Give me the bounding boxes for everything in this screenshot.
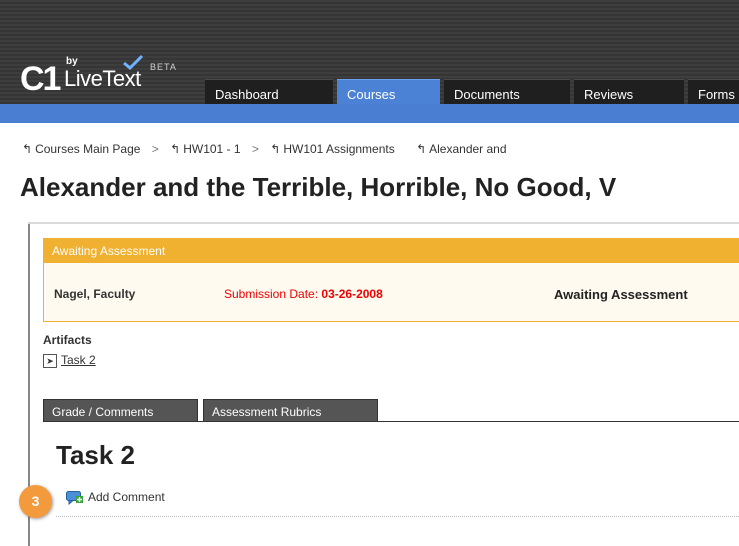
- assessment-status: Awaiting Assessment: [554, 287, 688, 302]
- up-arrow-icon: ↰: [22, 142, 33, 156]
- nav-tab-reviews[interactable]: Reviews: [574, 79, 684, 104]
- up-arrow-icon: ↰: [416, 142, 427, 156]
- artifacts-label: Artifacts: [43, 333, 92, 347]
- tab-grade-comments[interactable]: Grade / Comments: [43, 399, 198, 422]
- logo-check-icon: [123, 54, 144, 70]
- tab-underline: [43, 421, 739, 422]
- breadcrumb-separator: >: [151, 142, 159, 156]
- breadcrumb: ↰ Courses Main Page > ↰ HW101 - 1 > ↰ HW101…: [22, 142, 507, 156]
- add-comment-button[interactable]: Add Comment: [66, 490, 165, 505]
- nav-tab-documents[interactable]: Documents: [444, 79, 570, 104]
- nav-tab-dashboard[interactable]: Dashboard: [205, 79, 333, 104]
- add-comment-label: Add Comment: [88, 490, 165, 504]
- comment-divider: [56, 516, 739, 517]
- faculty-name: Nagel, Faculty: [54, 287, 136, 301]
- add-comment-icon: [66, 490, 83, 505]
- up-arrow-icon: ↰: [270, 142, 281, 156]
- breadcrumb-separator: >: [251, 142, 259, 156]
- logo-c1: C1: [20, 60, 61, 98]
- livetext-logo[interactable]: C1 by LiveText BETA: [14, 52, 204, 102]
- up-arrow-icon: ↰: [170, 142, 181, 156]
- nav-tab-courses[interactable]: Courses: [337, 79, 440, 104]
- artifact-link[interactable]: Task 2: [61, 353, 96, 367]
- breadcrumb-item-hw101-1[interactable]: ↰ HW101 - 1: [170, 142, 244, 156]
- document-icon: ➤: [43, 353, 57, 368]
- submission-date: Submission Date: 03-26-2008: [224, 287, 383, 301]
- submission-date-value: 03-26-2008: [321, 287, 383, 301]
- step-callout-badge: 3: [19, 485, 52, 518]
- submission-date-label: Submission Date:: [224, 287, 319, 301]
- task-title: Task 2: [56, 440, 136, 470]
- beta-badge: BETA: [150, 62, 177, 72]
- breadcrumb-item-courses-main[interactable]: ↰ Courses Main Page: [22, 142, 144, 156]
- page-title: Alexander and the Terrible, Horrible, No…: [20, 172, 617, 202]
- nav-underbar: [0, 104, 739, 123]
- breadcrumb-item-alexander[interactable]: ↰ Alexander and: [416, 142, 506, 156]
- nav-tab-forms[interactable]: Forms: [688, 79, 739, 104]
- artifact-item[interactable]: ➤ Task 2: [43, 353, 96, 368]
- status-box: Awaiting Assessment Nagel, Faculty Submi…: [43, 238, 739, 322]
- breadcrumb-item-hw101-assignments[interactable]: ↰ HW101 Assignments: [270, 142, 398, 156]
- tab-assessment-rubrics[interactable]: Assessment Rubrics: [203, 399, 378, 422]
- status-header: Awaiting Assessment: [44, 239, 739, 263]
